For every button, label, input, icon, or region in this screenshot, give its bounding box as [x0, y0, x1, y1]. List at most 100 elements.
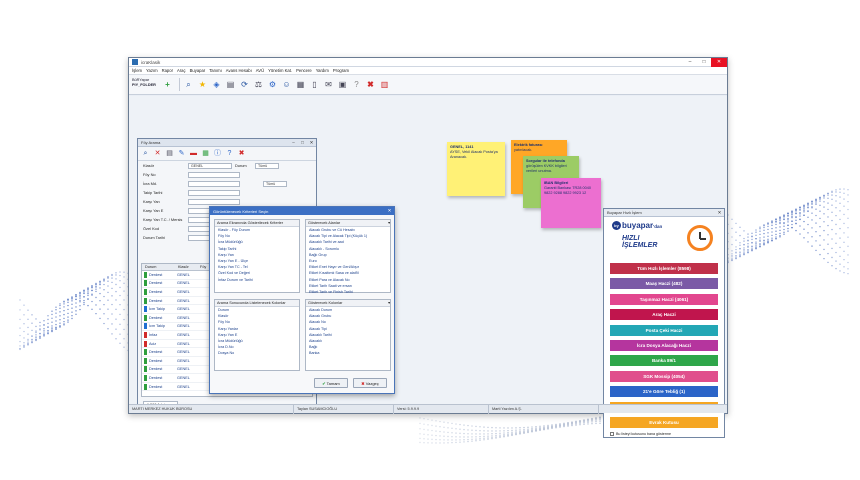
grid-header-klasor[interactable]: Klasör — [175, 264, 197, 270]
list-item[interactable]: Dosya No — [215, 350, 299, 356]
search-icon[interactable]: ⌕ — [183, 79, 194, 90]
close-button[interactable]: ✕ — [715, 210, 724, 216]
menu-item[interactable]: Araç — [177, 68, 186, 73]
menu-item[interactable]: Yönetim Kat. — [268, 68, 292, 73]
info-icon[interactable]: ⓘ — [213, 149, 222, 158]
scale-icon[interactable]: ⚖ — [253, 79, 264, 90]
phone-icon[interactable]: ▯ — [309, 79, 320, 90]
menu-item[interactable]: Yardım — [316, 68, 329, 73]
hide-list-checkbox[interactable]: Bu listeyi kutusunu bana gösterme — [604, 432, 724, 437]
folder-cell: GENEL — [177, 289, 190, 294]
network-icon[interactable]: ⚙ — [267, 79, 278, 90]
close-icon[interactable]: ✖ — [237, 149, 246, 158]
field-label: Karşı Yan T.C. / Mersis — [143, 217, 183, 222]
field-dropdown[interactable]: Tümü — [255, 162, 279, 169]
panel-header: Gösterecek Alanlar ▾ — [306, 220, 390, 227]
maximize-button[interactable]: □ — [697, 58, 711, 67]
list-item[interactable]: Etiket Tarih ve Finish Tarihi — [306, 289, 390, 295]
dialog-title: Görüntülenecek Kriterleri Seçin — [213, 208, 269, 214]
calculator-icon[interactable]: ▦ — [295, 79, 306, 90]
status-color-marker — [144, 314, 147, 321]
clipboard-icon[interactable]: ▣ — [337, 79, 348, 90]
menu-item[interactable]: Rapor — [162, 68, 173, 73]
quick-action-button[interactable]: Banka 89/1 — [610, 355, 718, 367]
message-icon[interactable]: ✉ — [323, 79, 334, 90]
menu-item[interactable]: Buyapar — [190, 68, 206, 73]
status-color-marker — [144, 280, 147, 287]
close-icon[interactable]: ✖ — [365, 79, 376, 90]
field-input[interactable] — [188, 198, 240, 205]
minus-icon[interactable]: ▬ — [189, 149, 198, 158]
status-color-marker — [144, 306, 147, 313]
quick-action-button[interactable]: İcra Dosya Alacağı Haczi — [610, 339, 718, 351]
refresh-icon[interactable]: ⟳ — [239, 79, 250, 90]
sticky-note[interactable]: GENEL, 1141 AYSE, Vekil Alacak Posta'ya … — [447, 142, 505, 196]
menu-item[interactable]: Avans Hesabı — [226, 68, 252, 73]
quick-action-button[interactable]: Maaş Haczi (482) — [610, 278, 718, 290]
tag-icon[interactable]: ◈ — [211, 79, 222, 90]
maximize-button[interactable]: □ — [298, 140, 307, 145]
quick-action-button[interactable]: Araç Haczi — [610, 309, 718, 321]
app-icon — [132, 59, 138, 65]
quick-action-button[interactable]: SGK Mossip (4054) — [610, 370, 718, 382]
users-icon[interactable]: ☺ — [281, 79, 292, 90]
field-dropdown[interactable]: Tümü — [263, 180, 287, 187]
help-icon[interactable]: ? — [351, 79, 362, 90]
sticky-note[interactable]: IBAN Bilgileri Garanti Bankası TR28 0040… — [541, 178, 601, 228]
panel-header: Arama Sonucunda Listelenecek Kolonlar — [215, 300, 299, 307]
checkbox[interactable] — [610, 432, 614, 437]
chevron-down-icon[interactable]: ▾ — [388, 220, 390, 226]
cancel-button[interactable]: ✖ Vazgeç — [353, 378, 387, 388]
quick-action-button[interactable]: Tüm Hızlı İşlemler (8598) — [610, 263, 718, 274]
chevron-down-icon[interactable]: ▾ — [388, 300, 390, 306]
add-icon[interactable]: + — [162, 79, 173, 90]
clear-icon[interactable]: ✕ — [153, 149, 162, 158]
minimize-button[interactable]: – — [683, 58, 697, 67]
printer-icon[interactable]: ▤ — [165, 149, 174, 158]
field-input[interactable] — [188, 189, 240, 196]
close-button[interactable]: ✕ — [307, 140, 316, 146]
ok-button[interactable]: ✔ Tamam — [314, 378, 348, 388]
menu-bar: İşlem Yazım Rapor Araç Buyapar Tanımı Avans He… — [129, 67, 727, 75]
search-icon[interactable]: ⌕ — [141, 149, 150, 158]
panel-title: Arama Sonucunda Listelenecek Kolonlar — [217, 301, 286, 305]
field-label: Föy No — [143, 172, 156, 177]
panel-title: Gösterecek Alanlar — [308, 221, 341, 225]
help-icon[interactable]: ? — [225, 149, 234, 158]
status-company: Marti Yazılım A.Ş. — [489, 404, 599, 414]
field-input[interactable]: GENEL — [188, 162, 232, 169]
note-body: yatırılacak. — [514, 147, 533, 152]
menu-item[interactable]: Program — [333, 68, 349, 73]
menu-item[interactable]: İşlem — [132, 68, 142, 73]
status-cell: Derdest — [149, 281, 163, 286]
star-icon[interactable]: ★ — [197, 79, 208, 90]
form-row: Karşı Yan — [138, 197, 316, 206]
status-color-marker — [144, 349, 147, 356]
menu-item[interactable]: Yazım — [146, 68, 158, 73]
panel-list: Alacak Grubu ve Cü Hesabı Alacak Tipi ve … — [306, 227, 390, 295]
quick-action-button[interactable]: Evrak Kutusu — [610, 416, 718, 428]
table-icon[interactable]: ▦ — [201, 149, 210, 158]
quick-action-button[interactable]: 21'e Göre Tebliğ (1) — [610, 386, 718, 398]
pen-icon[interactable]: ✎ — [177, 149, 186, 158]
print-icon[interactable]: ▤ — [225, 79, 236, 90]
window-title: icraKlasik — [141, 59, 161, 65]
menu-item[interactable]: AVÜ — [256, 68, 264, 73]
close-window-button[interactable]: ✕ — [711, 57, 727, 67]
menu-item[interactable]: Pencere — [296, 68, 312, 73]
field-input[interactable] — [188, 180, 240, 187]
list-item[interactable]: Banka — [306, 350, 390, 356]
title-bar: icraKlasik – □ ✕ — [129, 57, 727, 67]
close-button[interactable]: ✕ — [385, 208, 394, 214]
quick-action-button[interactable]: Taşınmaz Haczi (4061) — [610, 293, 718, 305]
list-item[interactable]: İnfaz Durum ve Tarihi — [215, 277, 299, 283]
status-color-marker — [144, 331, 147, 338]
menu-item[interactable]: Tanımı — [209, 68, 222, 73]
quick-action-button[interactable]: Posta Çeki Haczi — [610, 324, 718, 336]
minimize-button[interactable]: – — [289, 140, 298, 145]
field-input[interactable] — [188, 171, 240, 178]
grid-header-durum[interactable]: Durum — [142, 264, 175, 270]
brand: by buyapar'dan — [612, 221, 662, 231]
app-window: icraKlasik – □ ✕ İşlem Yazım Rapor Araç Buya… — [128, 57, 728, 438]
document-icon[interactable]: ▥ — [379, 79, 390, 90]
